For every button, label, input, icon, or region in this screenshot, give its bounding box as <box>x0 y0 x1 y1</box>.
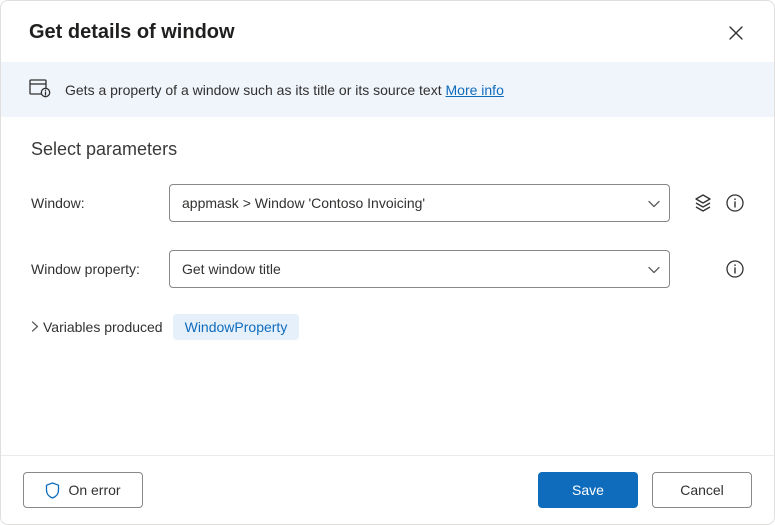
on-error-label: On error <box>68 482 120 498</box>
banner-text: Gets a property of a window such as its … <box>65 82 504 98</box>
variable-chip[interactable]: WindowProperty <box>173 314 300 340</box>
window-property-select-value: Get window title <box>182 261 281 277</box>
layers-icon <box>694 194 712 212</box>
window-row: Window: appmask > Window 'Contoso Invoic… <box>31 184 744 222</box>
more-info-link[interactable]: More info <box>446 82 504 98</box>
window-label: Window: <box>31 195 169 211</box>
cancel-label: Cancel <box>680 482 724 498</box>
window-property-row: Window property: Get window title <box>31 250 744 288</box>
shield-icon <box>45 482 60 499</box>
close-icon <box>729 26 743 40</box>
section-heading: Select parameters <box>31 139 744 160</box>
window-property-select[interactable]: Get window title <box>169 250 670 288</box>
dialog-header: Get details of window <box>1 1 774 62</box>
dialog-content: Select parameters Window: appmask > Wind… <box>1 117 774 455</box>
window-info-button[interactable] <box>726 194 744 212</box>
save-button[interactable]: Save <box>538 472 638 508</box>
on-error-button[interactable]: On error <box>23 472 143 508</box>
window-select-value: appmask > Window 'Contoso Invoicing' <box>182 195 425 211</box>
variables-toggle[interactable]: Variables produced <box>31 319 163 335</box>
chevron-right-icon <box>31 319 39 335</box>
ui-element-picker-button[interactable] <box>694 194 712 212</box>
save-label: Save <box>572 482 604 498</box>
cancel-button[interactable]: Cancel <box>652 472 752 508</box>
dialog-title: Get details of window <box>29 21 235 44</box>
info-icon <box>726 194 744 212</box>
dialog-footer: On error Save Cancel <box>1 455 774 524</box>
info-banner: Gets a property of a window such as its … <box>1 62 774 117</box>
window-property-label: Window property: <box>31 261 169 277</box>
info-icon <box>726 260 744 278</box>
variables-row: Variables produced WindowProperty <box>31 314 744 340</box>
window-select[interactable]: appmask > Window 'Contoso Invoicing' <box>169 184 670 222</box>
window-info-icon <box>29 78 51 101</box>
dialog: Get details of window Gets a property of… <box>0 0 775 525</box>
window-property-info-button[interactable] <box>726 260 744 278</box>
close-button[interactable] <box>726 23 746 43</box>
variables-label: Variables produced <box>43 319 163 335</box>
